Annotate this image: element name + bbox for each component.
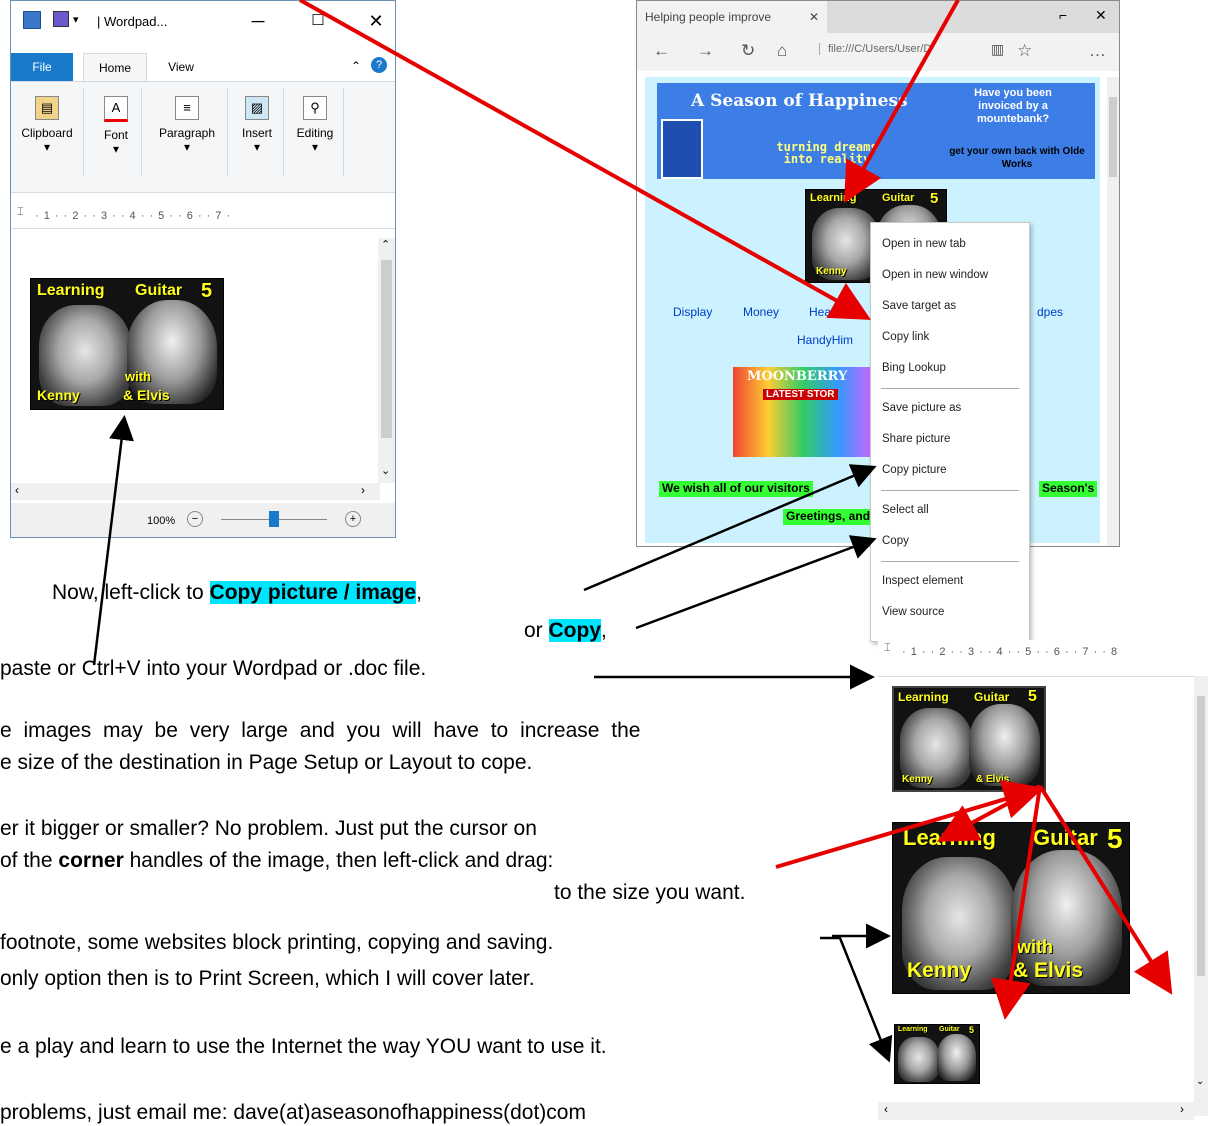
black-arrows-to-size <box>820 923 893 1063</box>
black-arrow-to-wordpad-image <box>92 415 134 666</box>
red-arrow-to-image <box>844 0 960 203</box>
black-arrow-to-copy-picture <box>583 464 877 592</box>
red-arrow-to-menu <box>299 0 871 320</box>
annotation-arrows <box>92 0 1173 1063</box>
red-arrows-resize <box>775 779 1173 1020</box>
